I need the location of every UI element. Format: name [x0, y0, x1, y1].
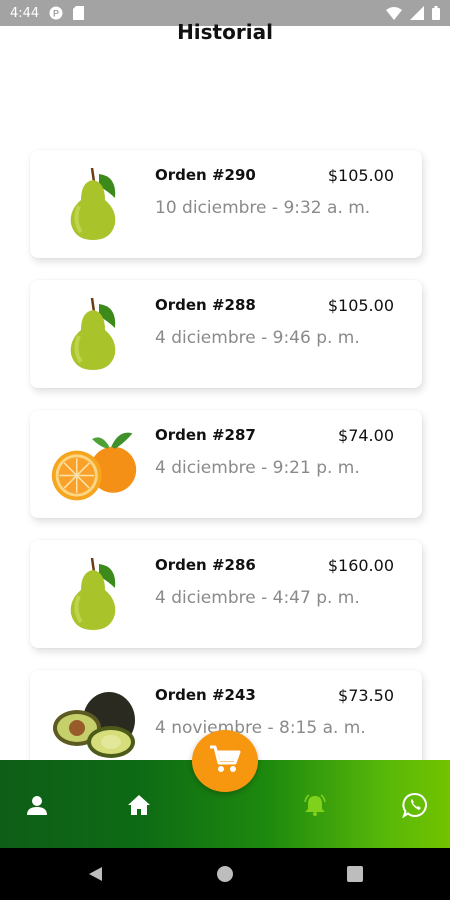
order-title: Orden #290 [155, 166, 256, 184]
home-icon[interactable] [124, 790, 154, 820]
order-total: $105.00 [327, 296, 394, 315]
order-date: 4 noviembre - 8:15 a. m. [155, 718, 366, 738]
signal-icon [410, 6, 424, 20]
order-title: Orden #287 [155, 426, 256, 444]
home-circle-icon[interactable] [214, 863, 236, 885]
order-card[interactable]: Orden #286 $160.00 4 diciembre - 4:47 p.… [30, 540, 422, 648]
orange-icon [48, 424, 140, 504]
status-time: 4:44 [10, 5, 40, 21]
whatsapp-icon[interactable] [400, 790, 430, 820]
back-icon[interactable] [84, 863, 106, 885]
recents-icon[interactable] [344, 863, 366, 885]
order-title: Orden #288 [155, 296, 256, 314]
order-title: Orden #243 [155, 686, 256, 704]
pear-icon [48, 164, 140, 244]
bell-icon[interactable] [300, 790, 330, 820]
order-total: $160.00 [327, 556, 394, 575]
order-date: 10 diciembre - 9:32 a. m. [155, 198, 371, 218]
order-card[interactable]: Orden #290 $105.00 10 diciembre - 9:32 a… [30, 150, 422, 258]
pear-icon [48, 554, 140, 634]
order-date: 4 diciembre - 4:47 p. m. [155, 588, 360, 608]
svg-text:P: P [53, 9, 59, 19]
wifi-icon [386, 6, 402, 20]
order-card[interactable]: Orden #288 $105.00 4 diciembre - 9:46 p.… [30, 280, 422, 388]
profile-icon[interactable] [22, 790, 52, 820]
order-date: 4 diciembre - 9:21 p. m. [155, 458, 360, 478]
page-title: Historial [177, 20, 273, 44]
cart-button[interactable] [192, 730, 258, 792]
order-total: $105.00 [327, 166, 394, 185]
order-date: 4 diciembre - 9:46 p. m. [155, 328, 360, 348]
cart-icon [209, 744, 241, 778]
avocado-icon [48, 684, 140, 764]
order-total: $74.00 [338, 426, 394, 445]
battery-icon [432, 6, 440, 20]
p-notification-icon: P [49, 6, 63, 20]
order-card[interactable]: Orden #287 $74.00 4 diciembre - 9:21 p. … [30, 410, 422, 518]
order-title: Orden #286 [155, 556, 256, 574]
pear-icon [48, 294, 140, 374]
system-nav-bar [0, 848, 450, 900]
sd-card-icon [73, 6, 85, 20]
order-total: $73.50 [338, 686, 394, 705]
